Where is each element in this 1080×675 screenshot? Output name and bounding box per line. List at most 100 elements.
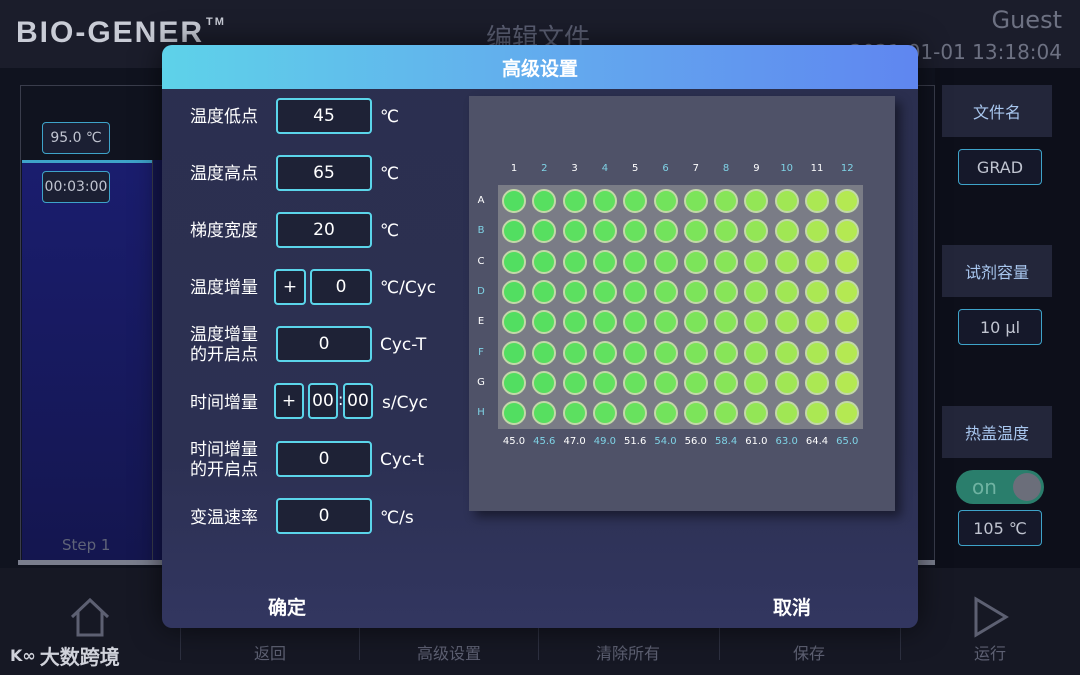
plate-well[interactable] (502, 189, 526, 213)
plate-well[interactable] (805, 279, 829, 304)
plate-well[interactable] (623, 249, 648, 274)
plate-well[interactable] (805, 249, 829, 274)
plate-well[interactable] (502, 370, 526, 395)
plate-well[interactable] (623, 189, 648, 213)
step-temp-badge[interactable]: 95.0 ℃ (42, 122, 110, 154)
plate-well[interactable] (623, 279, 648, 304)
plate-well[interactable] (683, 219, 708, 244)
plate-well[interactable] (592, 370, 617, 395)
user-name[interactable]: Guest (992, 6, 1063, 34)
gradient-width-input[interactable]: 20 (276, 212, 372, 248)
lid-temp-field[interactable]: 105 ℃ (958, 510, 1042, 546)
plate-well[interactable] (562, 401, 587, 426)
plate-well[interactable] (683, 189, 708, 213)
plate-well[interactable] (774, 310, 799, 335)
plate-well[interactable] (592, 189, 617, 213)
plate-well[interactable] (562, 370, 587, 395)
plate-well[interactable] (502, 279, 526, 304)
plate-well[interactable] (653, 340, 678, 365)
time-increment-label: 时间增量 (190, 393, 258, 413)
plate-well[interactable] (562, 189, 587, 213)
plate-well[interactable] (805, 310, 829, 335)
plate-well[interactable] (592, 401, 617, 426)
plate-well[interactable] (592, 279, 617, 304)
plate-well[interactable] (683, 340, 708, 365)
plate-well[interactable] (562, 249, 587, 274)
plate-well[interactable] (774, 370, 799, 395)
plate-well[interactable] (835, 340, 860, 365)
plate-well[interactable] (714, 401, 739, 426)
plate-well[interactable] (532, 249, 557, 274)
plate-well[interactable] (805, 189, 829, 213)
plate-well[interactable] (774, 219, 799, 244)
plate-well[interactable] (653, 249, 678, 274)
plate-well[interactable] (805, 340, 829, 365)
plate-well[interactable] (562, 310, 587, 335)
step-1-panel[interactable] (22, 160, 152, 560)
plate-well[interactable] (502, 249, 526, 274)
plate-well[interactable] (623, 370, 648, 395)
plate-well[interactable] (683, 249, 708, 274)
temp-increment-input[interactable]: 0 (310, 269, 372, 305)
plate-well[interactable] (653, 310, 678, 335)
plate-well[interactable] (532, 340, 557, 365)
plate-well[interactable] (653, 401, 678, 426)
plate-well[interactable] (532, 370, 557, 395)
plate-well[interactable] (683, 401, 708, 426)
plate-well[interactable] (835, 370, 860, 395)
plate-well[interactable] (502, 310, 526, 335)
plate-well[interactable] (774, 279, 799, 304)
time-increment-min-input[interactable]: 00 (308, 383, 338, 419)
run-button[interactable]: 运行 (905, 585, 1075, 665)
plate-well[interactable] (592, 340, 617, 365)
volume-field[interactable]: 10 µl (958, 309, 1042, 345)
plate-well[interactable] (683, 279, 708, 304)
temp-increment-sign-button[interactable]: + (274, 269, 306, 305)
plate-well[interactable] (562, 219, 587, 244)
plate-well[interactable] (774, 189, 799, 213)
plate-well[interactable] (714, 370, 739, 395)
filename-field[interactable]: GRAD (958, 149, 1042, 185)
cancel-button[interactable]: 取消 (737, 593, 847, 625)
row-label: E (477, 316, 485, 328)
nav-divider (538, 625, 539, 660)
lid-toggle[interactable]: on (956, 470, 1044, 504)
temp-low-input[interactable]: 45 (276, 98, 372, 134)
plate-well[interactable] (714, 279, 739, 304)
plate-well[interactable] (592, 310, 617, 335)
time-inc-start-input[interactable]: 0 (276, 441, 372, 477)
ramp-rate-input[interactable]: 0 (276, 498, 372, 534)
gradient-width-label: 梯度宽度 (190, 221, 258, 241)
time-increment-sign-button[interactable]: + (274, 383, 304, 419)
confirm-button[interactable]: 确定 (232, 593, 342, 625)
plate-well[interactable] (714, 189, 739, 213)
plate-well[interactable] (835, 249, 860, 274)
plate-well[interactable] (683, 370, 708, 395)
plate-well[interactable] (744, 340, 769, 365)
plate-well[interactable] (714, 249, 739, 274)
time-increment-sec-input[interactable]: 00 (343, 383, 373, 419)
temp-inc-start-input[interactable]: 0 (276, 326, 372, 362)
watermark: K∞ 大数跨境 (10, 645, 120, 669)
plate-well[interactable] (653, 219, 678, 244)
plate-well[interactable] (502, 401, 526, 426)
plate-well[interactable] (744, 249, 769, 274)
plate-well[interactable] (653, 189, 678, 213)
plate-well[interactable] (714, 340, 739, 365)
plate-well[interactable] (683, 310, 708, 335)
plate-well[interactable] (774, 401, 799, 426)
plate-well[interactable] (562, 279, 587, 304)
temp-high-input[interactable]: 65 (276, 155, 372, 191)
plate-well[interactable] (774, 249, 799, 274)
plate-well[interactable] (653, 279, 678, 304)
plate-well[interactable] (653, 370, 678, 395)
plate-well[interactable] (805, 401, 829, 426)
plate-well[interactable] (592, 249, 617, 274)
plate-well[interactable] (774, 340, 799, 365)
plate-well[interactable] (623, 340, 648, 365)
plate-well[interactable] (562, 340, 587, 365)
plate-well[interactable] (502, 340, 526, 365)
time-inc-start-label: 时间增量 的开启点 (190, 440, 258, 480)
plate-well[interactable] (805, 370, 829, 395)
step-time-badge[interactable]: 00:03:00 (42, 171, 110, 203)
